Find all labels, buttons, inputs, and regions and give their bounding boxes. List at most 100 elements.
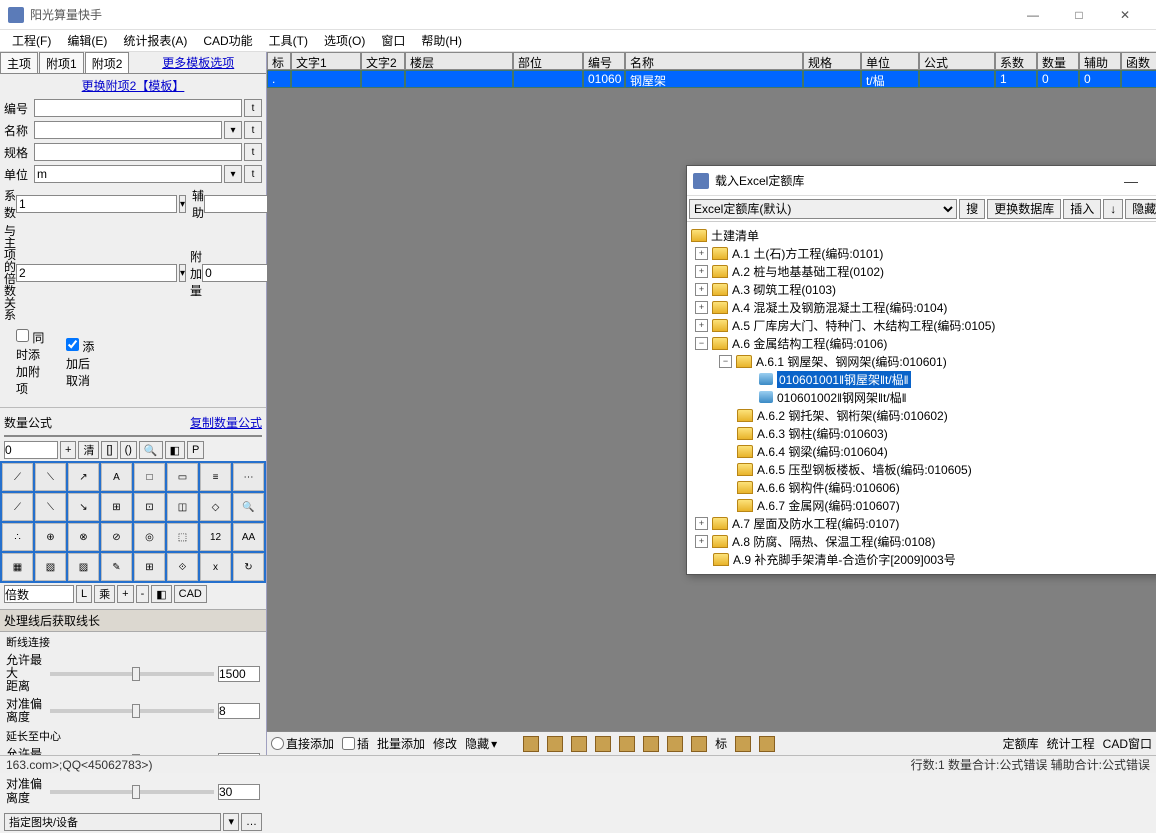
tool-icon[interactable]: A	[101, 463, 132, 491]
spec-input[interactable]	[34, 143, 242, 161]
tool-icon[interactable]: ▨	[68, 553, 99, 581]
tree-a61[interactable]: A.6.1 钢屋架、钢网架(编码:010601)	[756, 353, 947, 370]
close-button[interactable]: ✕	[1102, 0, 1148, 30]
cad-window-button[interactable]: CAD窗口	[1103, 735, 1152, 752]
tree-a2[interactable]: A.2 桩与地基基础工程(0102)	[732, 263, 884, 280]
tool-icon[interactable]: ⊞	[134, 553, 165, 581]
toolbar-icon[interactable]	[595, 736, 611, 752]
cad-button[interactable]: CAD	[174, 585, 207, 603]
stat-project-button[interactable]: 统计工程	[1047, 735, 1095, 752]
grid-header-cell[interactable]: 系数	[995, 52, 1037, 70]
tree-a1[interactable]: A.1 土(石)方工程(编码:0101)	[732, 245, 883, 262]
tool-icon[interactable]: ◎	[134, 523, 165, 551]
tree-a9[interactable]: A.9 补充脚手架清单-合造价字[2009]003号	[733, 551, 956, 568]
grid-header-cell[interactable]: 部位	[513, 52, 583, 70]
tool-icon[interactable]: ⬚	[167, 523, 198, 551]
mark-button[interactable]: 标	[715, 735, 727, 752]
tool-icon[interactable]: ⟍	[35, 493, 66, 521]
insert-button[interactable]: 插入	[1063, 199, 1101, 219]
tab-sub2[interactable]: 附项2	[85, 52, 130, 73]
toolbar-icon[interactable]	[619, 736, 635, 752]
grid-header-cell[interactable]: 标	[267, 52, 291, 70]
collapse-icon[interactable]: −	[719, 355, 732, 368]
ratio-input[interactable]	[16, 264, 177, 282]
p-button[interactable]: P	[187, 441, 204, 459]
down-button[interactable]: ↓	[1103, 199, 1123, 219]
tool-icon[interactable]: x	[200, 553, 231, 581]
grid-cell[interactable]	[361, 70, 405, 88]
tree-a64[interactable]: A.6.4 钢梁(编码:010604)	[757, 443, 888, 460]
quota-lib-button[interactable]: 定额库	[1003, 735, 1039, 752]
tree-a3[interactable]: A.3 砌筑工程(0103)	[732, 281, 836, 298]
grid-header-cell[interactable]: 文字2	[361, 52, 405, 70]
grid-header-cell[interactable]: 楼层	[405, 52, 513, 70]
slider-maxdist[interactable]	[50, 672, 214, 676]
tool-icon[interactable]: ⊘	[101, 523, 132, 551]
menu-report[interactable]: 统计报表(A)	[115, 32, 195, 49]
grid-cell[interactable]: t/榀	[861, 70, 919, 88]
copy-qty-link[interactable]: 复制数量公式	[190, 414, 262, 431]
expand-icon[interactable]: +	[695, 301, 708, 314]
grid-cell[interactable]: 0	[1079, 70, 1121, 88]
grid-header-cell[interactable]: 公式	[919, 52, 995, 70]
menu-file[interactable]: 工程(F)	[4, 32, 59, 49]
cb-cancel[interactable]: 添加后取消	[66, 338, 96, 389]
name-input[interactable]	[34, 121, 222, 139]
expand-icon[interactable]: +	[695, 535, 708, 548]
ratio-dd[interactable]: ▾	[179, 264, 186, 282]
coef-dd[interactable]: ▾	[179, 195, 186, 213]
menu-tool[interactable]: 工具(T)	[261, 32, 316, 49]
change-template-link[interactable]: 更换附项2【模板】	[82, 79, 185, 93]
radio-direct[interactable]	[271, 737, 284, 750]
batch-add-button[interactable]: 批量添加	[377, 735, 425, 752]
tool-icon[interactable]: ↘	[68, 493, 99, 521]
tool-icon[interactable]: ⊡	[134, 493, 165, 521]
tree-a66[interactable]: A.6.6 钢构件(编码:010606)	[757, 479, 900, 496]
grid-cell[interactable]	[291, 70, 361, 88]
grid-cell[interactable]	[405, 70, 513, 88]
grid-cell[interactable]: 1	[995, 70, 1037, 88]
tool-icon[interactable]: ◇	[200, 493, 231, 521]
menu-cad[interactable]: CAD功能	[195, 32, 260, 49]
dialog-minimize[interactable]: —	[1116, 173, 1146, 189]
tool-icon[interactable]: ⊕	[35, 523, 66, 551]
pick-browse[interactable]: …	[241, 813, 262, 831]
grid-cell[interactable]	[1121, 70, 1156, 88]
menu-option[interactable]: 选项(O)	[316, 32, 373, 49]
plus-button[interactable]: +	[60, 441, 76, 459]
more-template-link[interactable]: 更多模板选项	[130, 52, 266, 73]
pick-block-button[interactable]: 指定图块/设备	[4, 813, 221, 831]
align1-input[interactable]	[218, 703, 260, 719]
slider-align1[interactable]	[50, 709, 214, 713]
expand-icon[interactable]: +	[695, 247, 708, 260]
align2-input[interactable]	[218, 784, 260, 800]
minus-button[interactable]: -	[136, 585, 150, 603]
tree-a4[interactable]: A.4 混凝土及钢筋混凝土工程(编码:0104)	[732, 299, 947, 316]
tool-icon[interactable]: ⟋	[2, 493, 33, 521]
qty-formula-input[interactable]	[4, 435, 262, 437]
grid-cell[interactable]: 01060	[583, 70, 625, 88]
tree-a611[interactable]: 010601001‖钢屋架‖t/榀‖	[777, 371, 911, 388]
grid-header-cell[interactable]: 单位	[861, 52, 919, 70]
cb-sync[interactable]: 同时添加附项	[16, 329, 46, 397]
cb-insert[interactable]	[342, 737, 355, 750]
grid-cell[interactable]: 钢屋架	[625, 70, 803, 88]
collapse-icon[interactable]: −	[695, 337, 708, 350]
tab-sub1[interactable]: 附项1	[39, 52, 84, 73]
tool-icon[interactable]: ≡	[200, 463, 231, 491]
tool-icon[interactable]: ↗	[68, 463, 99, 491]
tool-icon[interactable]: □	[134, 463, 165, 491]
expand-icon[interactable]: +	[695, 517, 708, 530]
tree-a8[interactable]: A.8 防腐、隔热、保温工程(编码:0108)	[732, 533, 935, 550]
pick-dd[interactable]: ▾	[223, 813, 239, 831]
grid-header-cell[interactable]: 规格	[803, 52, 861, 70]
unit-t-button[interactable]: t	[244, 165, 262, 183]
tree-a63[interactable]: A.6.3 钢柱(编码:010603)	[757, 425, 888, 442]
tool-icon[interactable]: ⟐	[167, 553, 198, 581]
tree-view[interactable]: 土建清单 +A.1 土(石)方工程(编码:0101) +A.2 桩与地基基础工程…	[687, 222, 1156, 574]
coef-input[interactable]	[16, 195, 177, 213]
toolbar-icon[interactable]	[667, 736, 683, 752]
unit-input[interactable]	[34, 165, 222, 183]
l-button[interactable]: L	[76, 585, 92, 603]
bracket1-button[interactable]: []	[101, 441, 117, 459]
